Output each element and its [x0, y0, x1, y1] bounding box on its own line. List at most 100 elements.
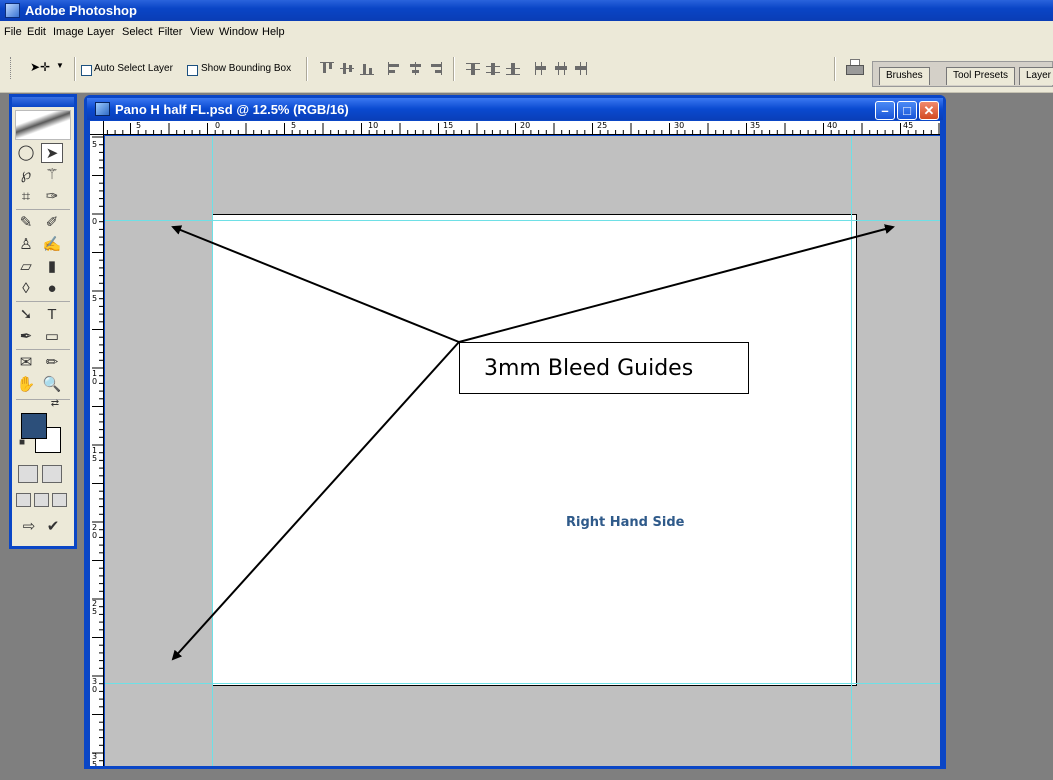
menu-help[interactable]: Help: [262, 26, 285, 38]
align-right-edges-icon[interactable]: [428, 62, 444, 76]
menu-image[interactable]: Image: [53, 26, 84, 38]
type-tool-icon[interactable]: T: [41, 305, 63, 325]
ruler-label: 10: [92, 369, 98, 386]
bleed-guide-bottom[interactable]: [105, 683, 940, 684]
tab-layers[interactable]: Layer: [1019, 67, 1053, 85]
menu-window[interactable]: Window: [219, 26, 258, 38]
menu-file[interactable]: File: [4, 26, 22, 38]
clone-stamp-tool-icon[interactable]: ♙: [15, 235, 37, 255]
close-button[interactable]: ✕: [919, 101, 939, 120]
menu-filter[interactable]: Filter: [158, 26, 182, 38]
align-left-edges-icon[interactable]: [388, 62, 404, 76]
distribute-bottom-edges-icon[interactable]: [506, 62, 522, 76]
ruler-label: 35: [750, 121, 761, 130]
document-canvas[interactable]: Right Hand Side: [212, 214, 857, 686]
auto-select-layer-checkbox[interactable]: [81, 65, 92, 76]
vertical-ruler[interactable]: 5 0 5 10 15 20 25 30 35: [90, 135, 104, 766]
full-screen-menu-mode-button[interactable]: [34, 493, 49, 507]
healing-brush-tool-icon[interactable]: ✎: [15, 213, 37, 233]
hand-tool-icon[interactable]: ✋: [15, 375, 37, 395]
menu-view[interactable]: View: [190, 26, 214, 38]
gradient-tool-icon[interactable]: ▮: [41, 257, 63, 277]
ruler-label: 45: [903, 121, 914, 130]
distribute-left-edges-icon[interactable]: [534, 62, 550, 76]
app-titlebar: Adobe Photoshop: [0, 0, 1053, 21]
ruler-label: 0: [215, 121, 221, 130]
separator: [74, 57, 76, 81]
standard-mode-button[interactable]: [18, 465, 38, 483]
ruler-label: 5: [92, 140, 98, 149]
ruler-label: 5: [291, 121, 297, 130]
annotation-callout: 3mm Bleed Guides: [459, 342, 749, 394]
document-titlebar[interactable]: Pano H half FL.psd @ 12.5% (RGB/16) – □ …: [87, 98, 943, 120]
edit-in-imageready-icon[interactable]: ✔: [42, 517, 64, 537]
minimize-button[interactable]: –: [875, 101, 895, 120]
maximize-button[interactable]: □: [897, 101, 917, 120]
brush-tool-icon[interactable]: ✐: [41, 213, 63, 233]
tool-preset-picker[interactable]: ➤✛ ▼: [26, 57, 66, 77]
eyedropper-tool-icon[interactable]: ✏: [41, 353, 63, 373]
eraser-tool-icon[interactable]: ▱: [15, 257, 37, 277]
quick-mask-mode-button[interactable]: [42, 465, 62, 483]
swap-colors-icon[interactable]: ⇄: [48, 397, 62, 411]
ruler-label: 25: [92, 599, 98, 616]
horizontal-ruler[interactable]: 5 0 5 10 15 20 25 30 35 40 45: [90, 121, 940, 135]
blur-tool-icon[interactable]: ◊: [15, 279, 37, 299]
slice-tool-icon[interactable]: ✑: [41, 187, 63, 207]
distribute-horizontal-centers-icon[interactable]: [554, 62, 570, 76]
ruler-label: 20: [92, 523, 98, 540]
align-vertical-centers-icon[interactable]: [340, 62, 356, 76]
menu-layer[interactable]: Layer: [87, 26, 115, 38]
ruler-label: 30: [674, 121, 685, 130]
distribute-right-edges-icon[interactable]: [574, 62, 590, 76]
notes-tool-icon[interactable]: ✉: [15, 353, 37, 373]
photoshop-app-icon: [5, 3, 20, 18]
distribute-vertical-centers-icon[interactable]: [486, 62, 502, 76]
distribute-top-edges-icon[interactable]: [466, 62, 482, 76]
standard-screen-mode-button[interactable]: [16, 493, 31, 507]
foreground-color-swatch[interactable]: [21, 413, 47, 439]
full-screen-mode-button[interactable]: [52, 493, 67, 507]
show-bounding-box-label: Show Bounding Box: [201, 63, 292, 74]
ruler-label: 25: [597, 121, 608, 130]
menu-edit[interactable]: Edit: [27, 26, 46, 38]
chevron-down-icon: ▼: [56, 61, 64, 70]
separator: [453, 57, 455, 81]
menu-bar: File Edit Image Layer Select Filter View…: [0, 21, 1053, 43]
bleed-guide-top[interactable]: [105, 220, 940, 221]
path-selection-tool-icon[interactable]: ➘: [15, 305, 37, 325]
show-bounding-box-checkbox[interactable]: [187, 65, 198, 76]
bleed-guide-right[interactable]: [851, 136, 852, 766]
auto-select-layer-label: Auto Select Layer: [94, 63, 173, 74]
ruler-origin[interactable]: [90, 121, 104, 135]
ruler-label: 10: [368, 121, 379, 130]
history-brush-tool-icon[interactable]: ✍: [41, 235, 63, 255]
pen-tool-icon[interactable]: ✒: [15, 327, 37, 347]
ruler-label: 20: [520, 121, 531, 130]
dodge-tool-icon[interactable]: ●: [41, 279, 63, 299]
jump-to-imageready-icon[interactable]: ⇨: [18, 517, 40, 537]
options-bar: ➤✛ ▼ Auto Select Layer Show Bounding Box…: [0, 43, 1053, 93]
align-top-edges-icon[interactable]: [320, 62, 336, 76]
align-horizontal-centers-icon[interactable]: [408, 62, 424, 76]
align-bottom-edges-icon[interactable]: [360, 62, 376, 76]
rectangle-tool-icon[interactable]: ▭: [41, 327, 63, 347]
photoshop-feather-logo[interactable]: [15, 110, 71, 140]
marquee-tool-icon[interactable]: ◯: [15, 143, 37, 163]
document-icon: [95, 102, 110, 116]
crop-tool-icon[interactable]: ⌗: [15, 187, 37, 207]
menu-select[interactable]: Select: [122, 26, 153, 38]
bleed-guide-left[interactable]: [212, 136, 213, 766]
options-bar-grip[interactable]: [10, 57, 13, 79]
app-title: Adobe Photoshop: [25, 3, 137, 18]
canvas-pasteboard[interactable]: Right Hand Side: [105, 136, 940, 766]
tab-brushes[interactable]: Brushes: [879, 67, 930, 85]
lasso-tool-icon[interactable]: ℘: [15, 165, 37, 185]
print-icon[interactable]: [844, 57, 868, 79]
move-tool-icon[interactable]: ➤: [41, 143, 63, 163]
toolbox-titlebar[interactable]: [12, 97, 74, 107]
magic-wand-tool-icon[interactable]: ⚚: [41, 165, 63, 185]
zoom-tool-icon[interactable]: 🔍: [41, 375, 63, 395]
tab-tool-presets[interactable]: Tool Presets: [946, 67, 1016, 85]
ruler-label: 5: [92, 294, 98, 303]
